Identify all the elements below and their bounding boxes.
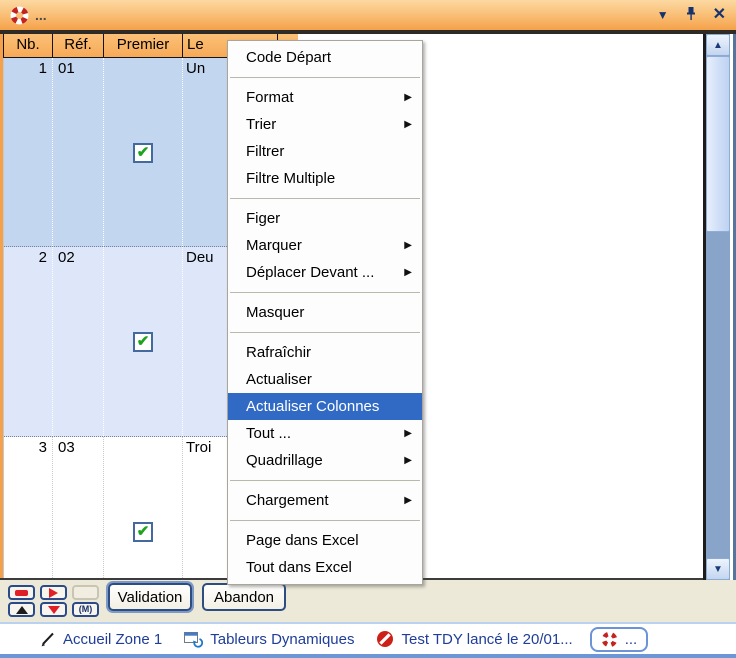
m-marker-icon: (M) bbox=[79, 605, 93, 614]
red-bar-button[interactable] bbox=[8, 585, 35, 600]
menu-item-actualiser-colonnes[interactable]: Actualiser Colonnes bbox=[228, 393, 422, 420]
up-arrow-icon: ▲ bbox=[713, 40, 723, 51]
menu-separator bbox=[230, 332, 420, 333]
m-marker-button[interactable]: (M) bbox=[72, 602, 99, 617]
pencil-icon bbox=[39, 631, 56, 648]
close-button[interactable]: ✕ bbox=[713, 7, 726, 23]
menu-item-chargement[interactable]: Chargement▶ bbox=[228, 487, 422, 514]
column-header-nb[interactable]: Nb. bbox=[4, 34, 53, 57]
abandon-button[interactable]: Abandon bbox=[202, 583, 286, 611]
menu-separator bbox=[230, 292, 420, 293]
lifesaver-icon bbox=[10, 6, 29, 25]
check-icon: ✔ bbox=[137, 145, 150, 161]
window-title: ... bbox=[35, 7, 47, 23]
menu-separator bbox=[230, 480, 420, 481]
blocked-icon bbox=[376, 630, 394, 648]
menu-item-quadrillage[interactable]: Quadrillage▶ bbox=[228, 447, 422, 474]
red-arrow-right-icon bbox=[49, 588, 58, 598]
pin-button[interactable] bbox=[685, 6, 697, 25]
submenu-arrow-icon: ▶ bbox=[404, 447, 412, 474]
cell-nb: 2 bbox=[4, 247, 53, 436]
red-arrow-down-button[interactable] bbox=[40, 602, 67, 617]
tab-active-tool-window[interactable]: ... bbox=[590, 627, 649, 652]
vertical-scrollbar[interactable]: ▲ ▼ bbox=[706, 34, 730, 580]
menu-item-tout[interactable]: Tout ...▶ bbox=[228, 420, 422, 447]
cell-ref: 01 bbox=[53, 58, 104, 246]
menu-item-masquer[interactable]: Masquer bbox=[228, 299, 422, 326]
column-header-premier[interactable]: Premier bbox=[104, 34, 183, 57]
menu-item-figer[interactable]: Figer bbox=[228, 205, 422, 232]
menu-item-filtrer[interactable]: Filtrer bbox=[228, 138, 422, 165]
bottom-toolbar: (M) Validation Abandon bbox=[0, 580, 736, 622]
menu-item-page-dans-excel[interactable]: Page dans Excel bbox=[228, 527, 422, 554]
red-bar-icon bbox=[15, 590, 28, 596]
black-arrow-up-button[interactable] bbox=[8, 602, 35, 617]
menu-item-actualiser[interactable]: Actualiser bbox=[228, 366, 422, 393]
cell-ref: 02 bbox=[53, 247, 104, 436]
submenu-arrow-icon: ▶ bbox=[404, 232, 412, 259]
menu-item-filtre-multiple[interactable]: Filtre Multiple bbox=[228, 165, 422, 192]
menu-separator bbox=[230, 198, 420, 199]
blank-button[interactable] bbox=[72, 585, 99, 600]
black-arrow-up-icon bbox=[16, 606, 28, 614]
tab-tableurs-dynamiques[interactable]: Tableurs Dynamiques bbox=[175, 628, 363, 651]
cell-ref: 03 bbox=[53, 437, 104, 580]
menu-item-format[interactable]: Format▶ bbox=[228, 84, 422, 111]
premier-checkbox[interactable]: ✔ bbox=[133, 143, 153, 163]
submenu-arrow-icon: ▶ bbox=[404, 84, 412, 111]
cell-nb: 1 bbox=[4, 58, 53, 246]
cell-premier: ✔ bbox=[104, 58, 183, 246]
menu-item-marquer[interactable]: Marquer▶ bbox=[228, 232, 422, 259]
submenu-arrow-icon: ▶ bbox=[404, 259, 412, 286]
premier-checkbox[interactable]: ✔ bbox=[133, 332, 153, 352]
pin-icon bbox=[685, 6, 697, 21]
cell-nb: 3 bbox=[4, 437, 53, 580]
check-icon: ✔ bbox=[137, 524, 150, 540]
menu-separator bbox=[230, 520, 420, 521]
record-nav-buttons: (M) bbox=[8, 585, 99, 617]
scrollbar-thumb[interactable] bbox=[706, 56, 730, 232]
submenu-arrow-icon: ▶ bbox=[404, 420, 412, 447]
submenu-arrow-icon: ▶ bbox=[404, 111, 412, 138]
column-header-ref[interactable]: Réf. bbox=[53, 34, 104, 57]
cell-premier: ✔ bbox=[104, 437, 183, 580]
menu-item-deplacer-devant[interactable]: Déplacer Devant ...▶ bbox=[228, 259, 422, 286]
menu-item-tout-dans-excel[interactable]: Tout dans Excel bbox=[228, 554, 422, 581]
menu-item-code-depart[interactable]: Code Départ bbox=[228, 44, 422, 71]
scroll-down-button[interactable]: ▼ bbox=[706, 558, 730, 580]
lifesaver-icon bbox=[601, 631, 618, 648]
scroll-up-button[interactable]: ▲ bbox=[706, 34, 730, 56]
context-menu: Code Départ Format▶ Trier▶ Filtrer Filtr… bbox=[227, 40, 423, 585]
check-icon: ✔ bbox=[137, 334, 150, 350]
table-refresh-icon bbox=[184, 631, 203, 648]
menu-separator bbox=[230, 77, 420, 78]
tab-test-tdy[interactable]: Test TDY lancé le 20/01... bbox=[367, 627, 581, 651]
menu-item-trier[interactable]: Trier▶ bbox=[228, 111, 422, 138]
premier-checkbox[interactable]: ✔ bbox=[133, 522, 153, 542]
tab-accueil-zone-1[interactable]: Accueil Zone 1 bbox=[30, 628, 171, 651]
bottom-tabbar: Accueil Zone 1 Tableurs Dynamiques Test … bbox=[0, 622, 736, 658]
dropdown-arrow-button[interactable]: ▼ bbox=[657, 9, 669, 21]
cell-premier: ✔ bbox=[104, 247, 183, 436]
menu-item-rafraichir[interactable]: Rafraîchir bbox=[228, 339, 422, 366]
titlebar[interactable]: ... ▼ ✕ bbox=[0, 0, 736, 30]
validation-button[interactable]: Validation bbox=[108, 583, 192, 611]
submenu-arrow-icon: ▶ bbox=[404, 487, 412, 514]
red-arrow-right-button[interactable] bbox=[40, 585, 67, 600]
red-arrow-down-icon bbox=[48, 606, 60, 614]
down-arrow-icon: ▼ bbox=[713, 564, 723, 575]
